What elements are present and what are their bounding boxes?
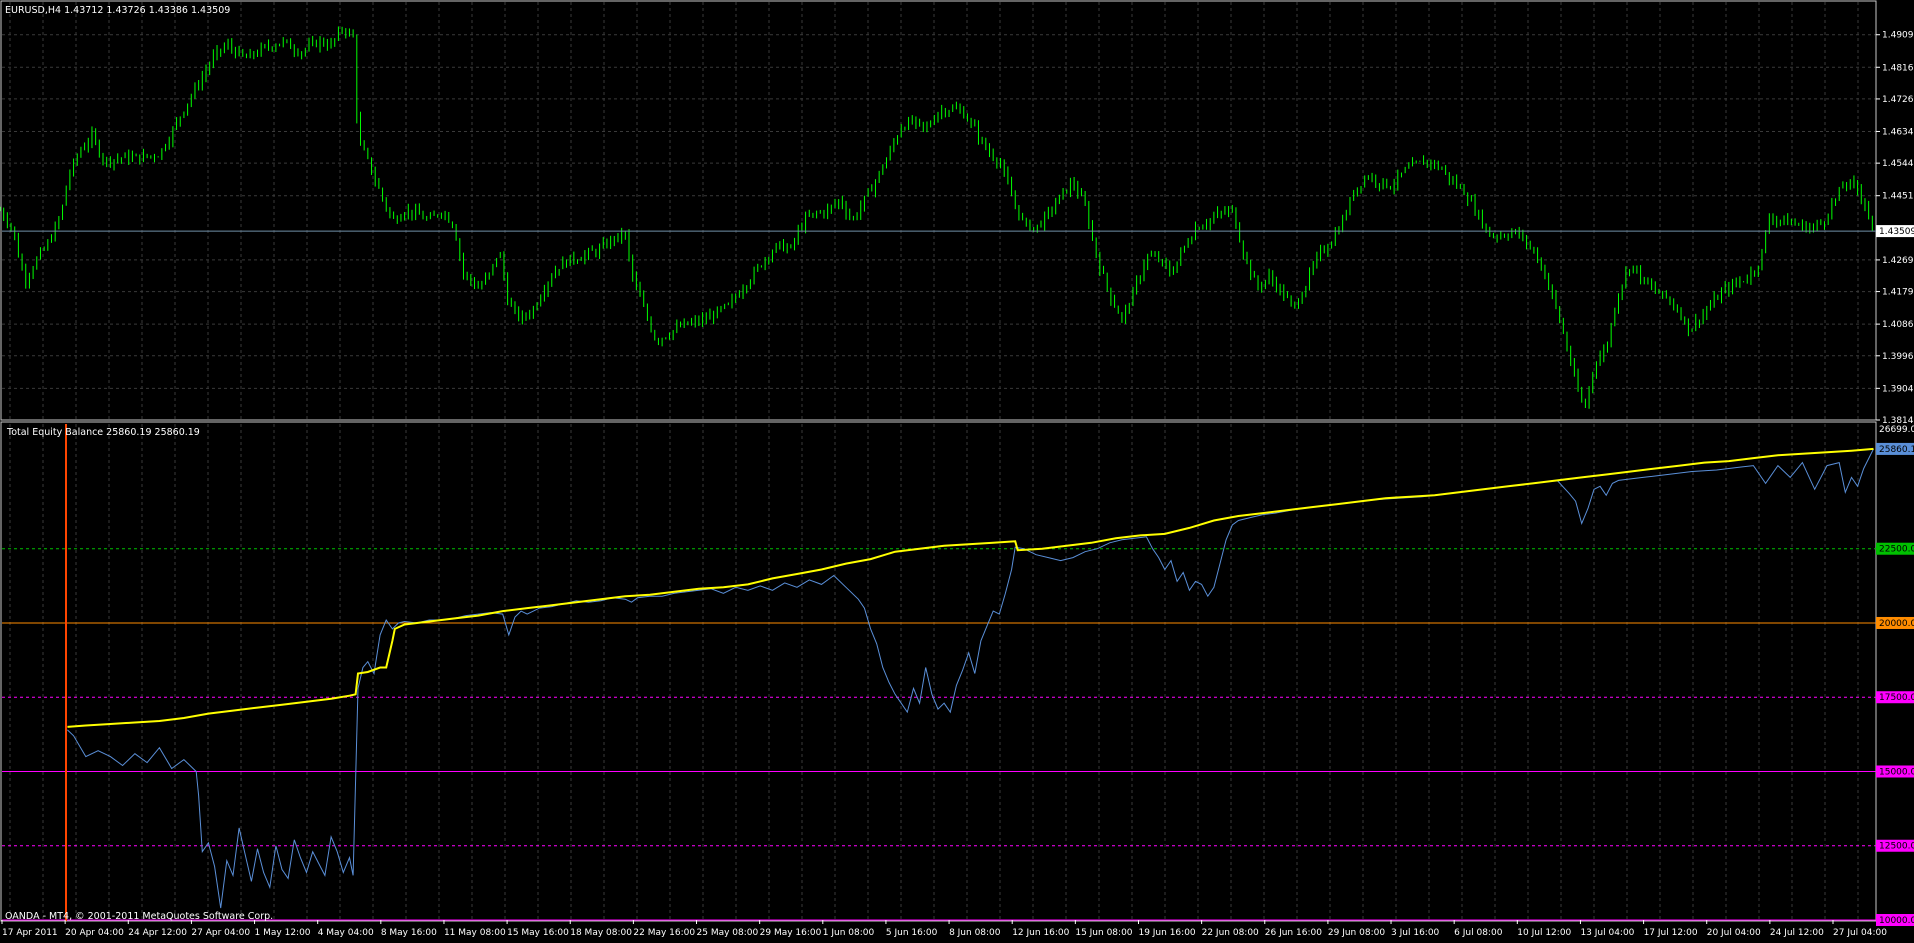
time-label: 24 Jul 12:00 [1770, 928, 1824, 938]
price-tick-label: 1.39040 [1882, 384, 1914, 394]
indicator-level-label: 12500.0 [1879, 842, 1914, 852]
time-label: 4 May 04:00 [318, 928, 374, 938]
time-label: 18 May 08:00 [570, 928, 632, 938]
copyright-text: OANDA - MT4, © 2001-2011 MetaQuotes Soft… [5, 911, 273, 922]
price-tick-label: 1.42690 [1882, 256, 1914, 266]
indicator-level-label: 25860.1 [1879, 445, 1914, 455]
time-label: 22 Jun 08:00 [1202, 928, 1259, 938]
indicator-level-label: 17500.0 [1879, 693, 1914, 703]
time-label: 29 May 16:00 [760, 928, 822, 938]
price-tick-label: 1.40865 [1882, 320, 1914, 330]
indicator-level-label: 10000.0 [1879, 916, 1914, 926]
time-label: 15 May 16:00 [507, 928, 569, 938]
price-tick-label: 1.49090 [1882, 31, 1914, 41]
time-label: 8 May 16:00 [381, 928, 437, 938]
time-label: 20 Jul 04:00 [1707, 928, 1761, 938]
time-label: 1 Jun 08:00 [823, 928, 875, 938]
price-tick-label: 1.45440 [1882, 159, 1914, 169]
indicator-level-label: 15000.0 [1879, 767, 1914, 777]
time-label: 12 Jun 16:00 [1012, 928, 1069, 938]
time-label: 15 Jun 08:00 [1075, 928, 1132, 938]
indicator-header: Total Equity Balance 25860.19 25860.19 [6, 427, 200, 438]
time-label: 5 Jun 16:00 [886, 928, 938, 938]
trading-chart[interactable]: 1.49090 1.48165 1.47265 1.46340 1.45440 1.445… [0, 0, 1914, 943]
time-label: 29 Jun 08:00 [1328, 928, 1385, 938]
time-label: 17 Apr 2011 [2, 928, 58, 938]
price-tick-label: 1.47265 [1882, 95, 1914, 105]
price-tick-label: 1.44515 [1882, 192, 1914, 202]
time-label: 25 May 08:00 [697, 928, 759, 938]
time-label: 17 Jul 12:00 [1644, 928, 1698, 938]
time-label: 6 Jul 08:00 [1454, 928, 1503, 938]
price-tick-label: 1.46340 [1882, 127, 1914, 137]
time-label: 13 Jul 04:00 [1580, 928, 1634, 938]
time-label: 27 Jul 04:00 [1833, 928, 1887, 938]
time-label: 10 Jul 12:00 [1517, 928, 1571, 938]
time-label: 22 May 16:00 [633, 928, 695, 938]
time-label: 8 Jun 08:00 [949, 928, 1001, 938]
time-label: 26 Jun 16:00 [1265, 928, 1322, 938]
time-label: 1 May 12:00 [255, 928, 311, 938]
indicator-level-label: 22500.0 [1879, 545, 1914, 555]
time-label: 19 Jun 16:00 [1138, 928, 1195, 938]
time-label: 24 Apr 12:00 [128, 928, 187, 938]
time-label: 3 Jul 16:00 [1391, 928, 1440, 938]
indicator-max-label: 26699.09 [1879, 425, 1914, 435]
time-label: 27 Apr 04:00 [191, 928, 250, 938]
symbol-header: EURUSD,H4 1.43712 1.43726 1.43386 1.4350… [5, 5, 230, 16]
price-tick-label: 1.41790 [1882, 288, 1914, 298]
current-price-label: 1.43509 [1879, 227, 1914, 237]
indicator-level-label: 20000.0 [1879, 619, 1914, 629]
time-label: 11 May 08:00 [444, 928, 506, 938]
price-tick-label: 1.48165 [1882, 63, 1914, 73]
price-tick-label: 1.39965 [1882, 352, 1914, 362]
time-label: 20 Apr 04:00 [65, 928, 124, 938]
